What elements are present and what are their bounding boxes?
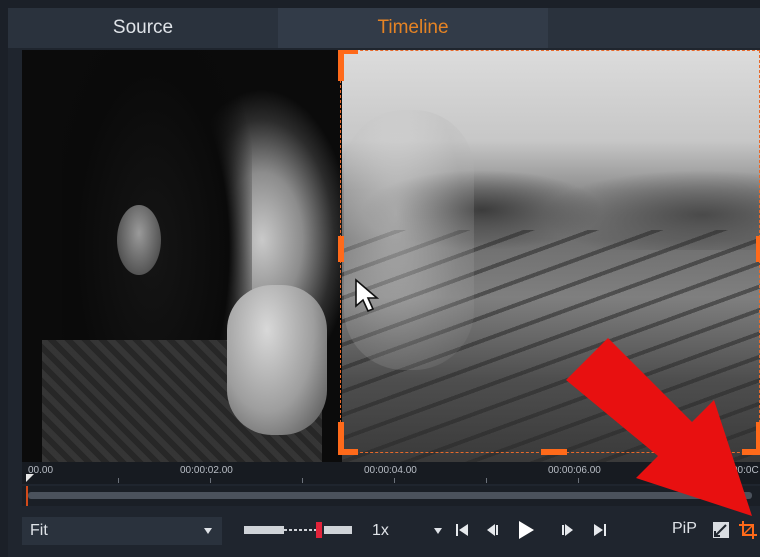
playback-speed-label: 1x [372,522,389,539]
step-back-button[interactable] [482,520,502,540]
crop-handle-middle-right[interactable] [756,236,760,262]
fullscreen-icon[interactable] [712,521,730,539]
playback-speed-dropdown[interactable]: 1x [368,517,448,545]
step-forward-icon [562,524,573,536]
shuttle-slider-icon[interactable] [244,520,354,540]
preview-image-ear [117,205,161,275]
preview-tabs: Source Timeline [8,8,760,48]
mouse-cursor-icon [355,278,380,313]
scrub-position-marker[interactable] [26,486,28,506]
ruler-tick [394,478,395,483]
tick-label: 00:00:04.00 [364,465,417,476]
tick-label: 00:00:02.00 [180,465,233,476]
step-forward-button[interactable] [558,520,578,540]
crop-handle-top-left-h[interactable] [338,50,358,54]
tick-label: 00.00 [28,465,54,476]
crop-icon[interactable] [738,520,758,540]
skip-to-end-button[interactable] [590,520,610,540]
chevron-down-icon [434,528,442,534]
play-button[interactable] [516,520,536,540]
crop-handle-top-left[interactable] [338,51,344,81]
skip-to-start-icon [456,524,468,536]
pip-button[interactable]: PiP [672,520,697,538]
tab-source[interactable]: Source [8,8,278,48]
zoom-fit-dropdown[interactable]: Fit [22,517,222,545]
step-back-icon [487,524,498,536]
red-arrow-annotation [566,338,752,516]
ruler-tick [118,478,119,483]
tab-bar-filler [548,8,760,48]
tab-timeline[interactable]: Timeline [278,8,548,48]
crop-handle-bottom-left[interactable] [338,422,344,452]
skip-to-end-icon [594,524,606,536]
crop-handle-bottom-left-h[interactable] [338,449,358,455]
chevron-down-icon [204,528,212,534]
zoom-fit-label: Fit [30,522,48,539]
preview-image-hand [227,285,327,435]
ruler-tick [210,478,211,483]
play-icon [519,521,534,539]
crop-handle-middle-left[interactable] [338,236,344,262]
skip-to-start-button[interactable] [452,520,472,540]
ruler-tick [486,478,487,483]
ruler-tick [302,478,303,483]
